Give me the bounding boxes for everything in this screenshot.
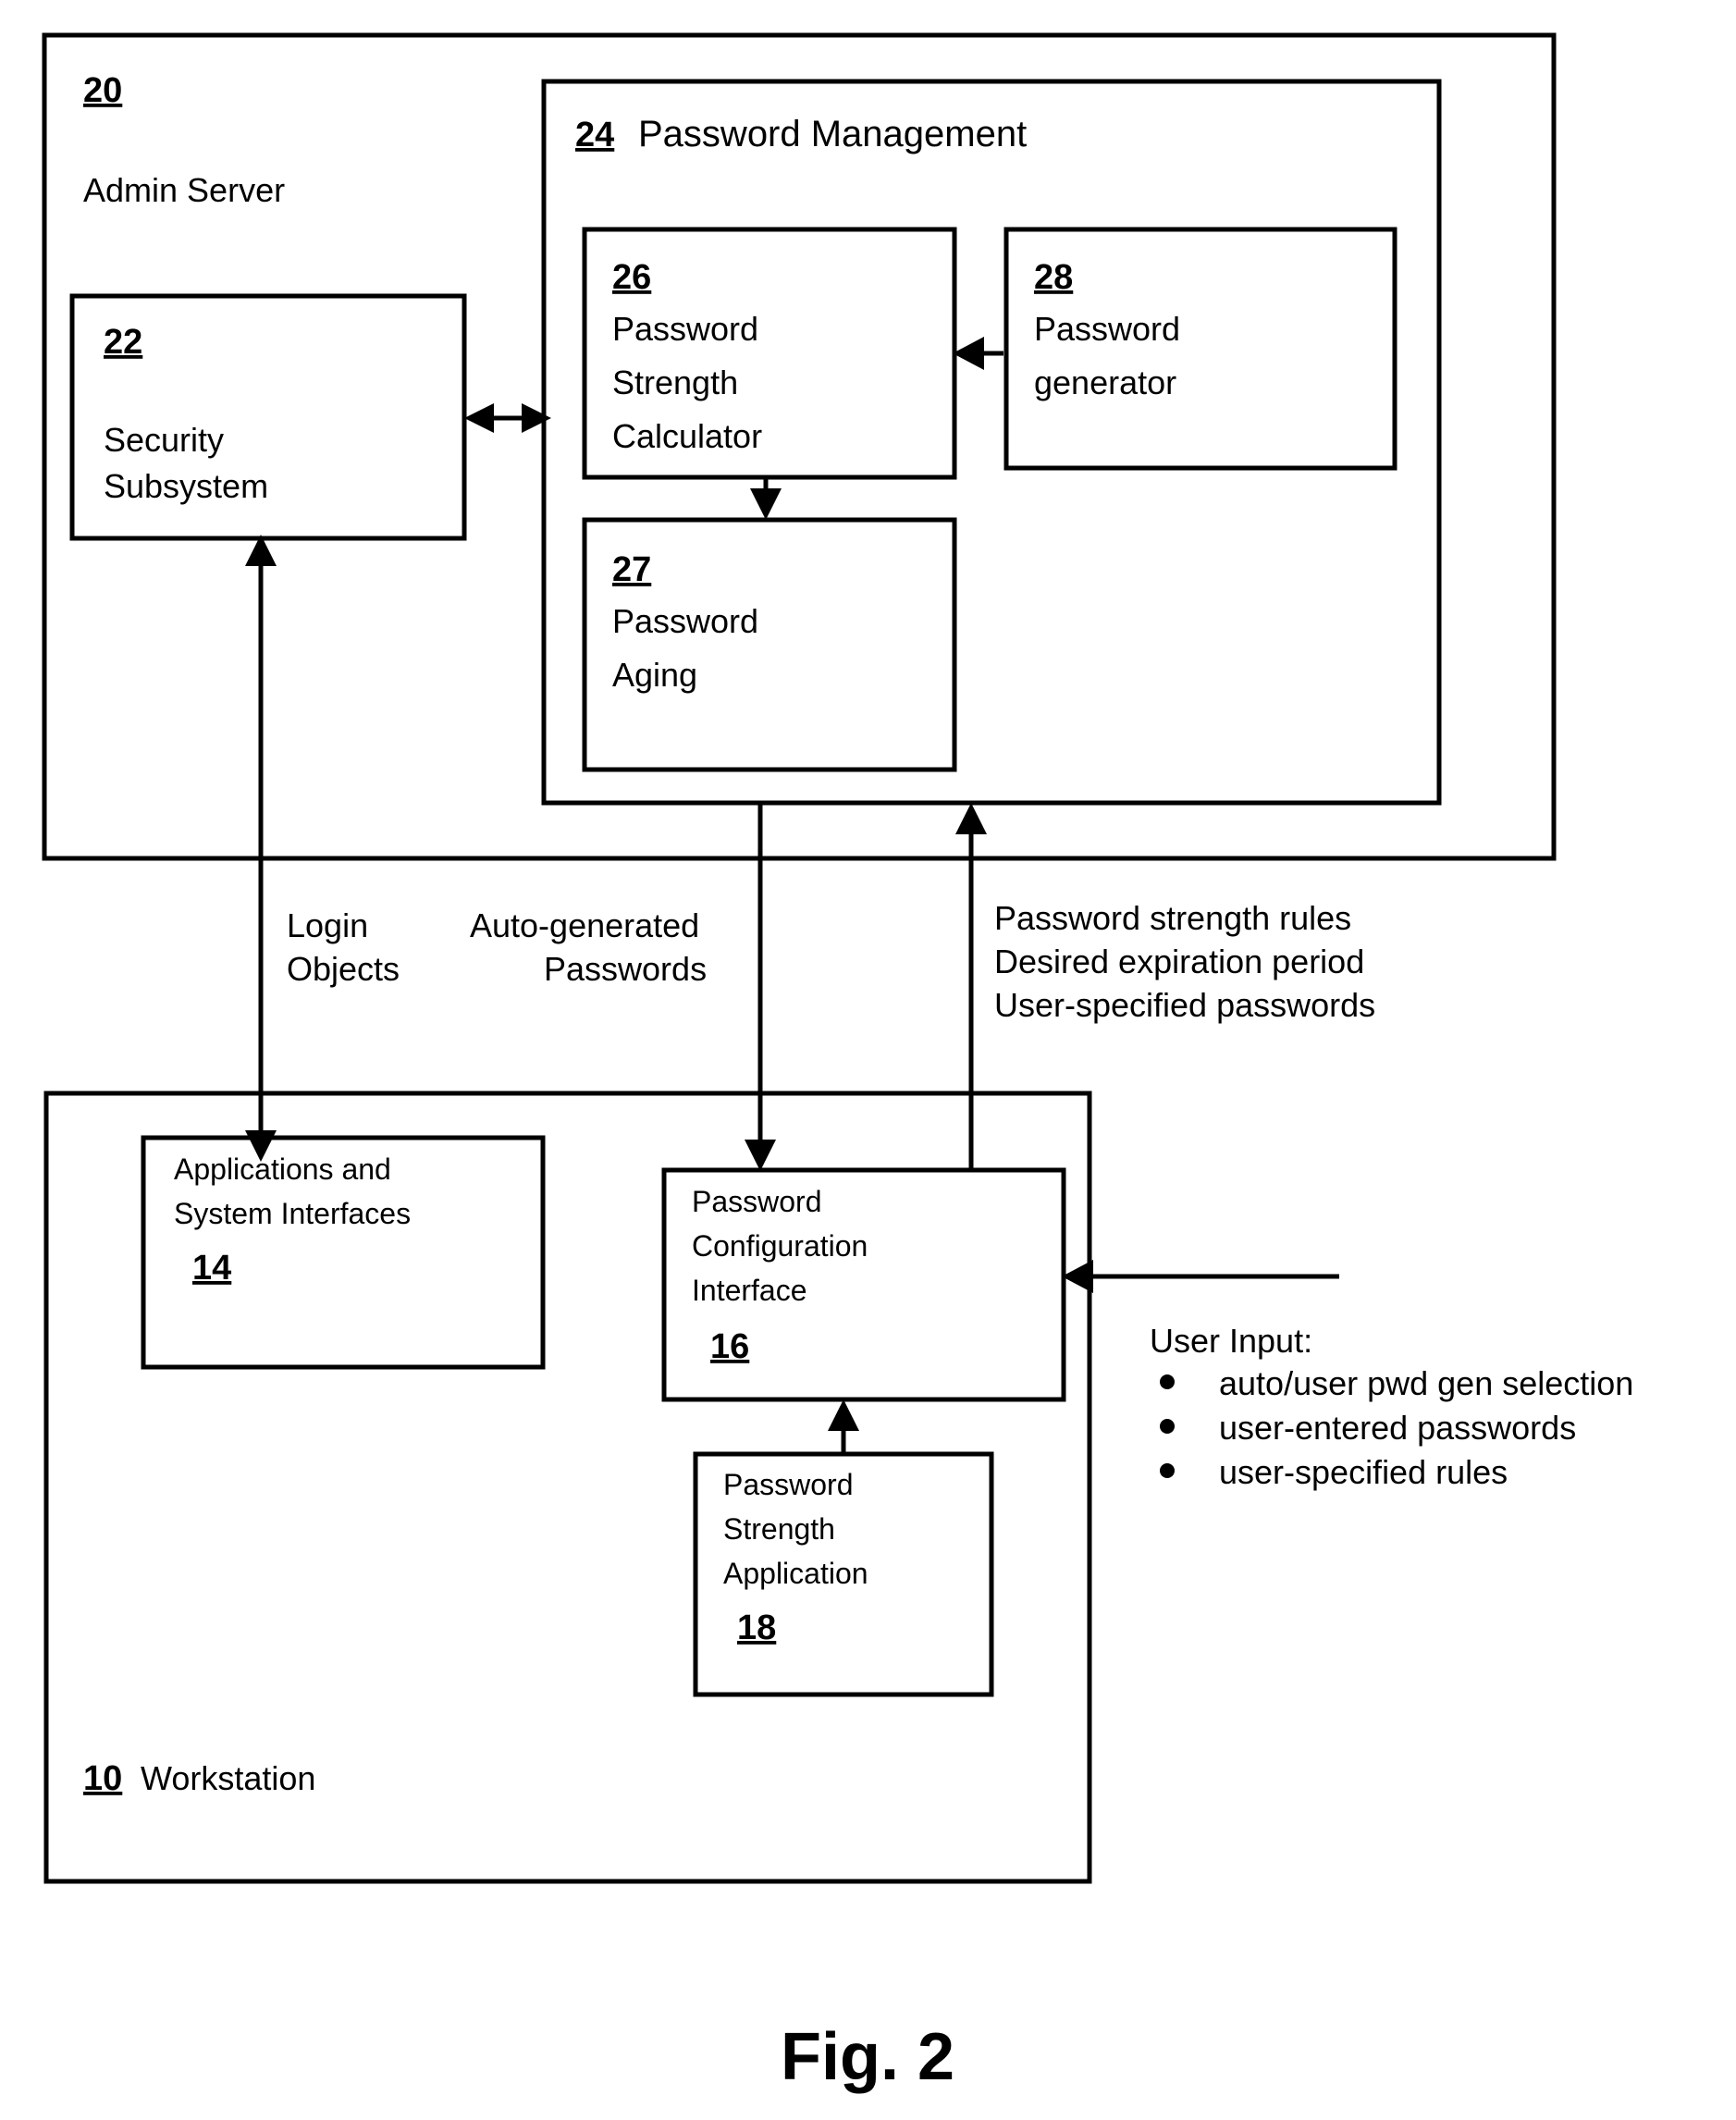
password-aging-line1: Password [612, 602, 758, 640]
password-configuration-interface-ref: 16 [710, 1327, 749, 1366]
security-subsystem-ref: 22 [104, 323, 142, 362]
connector-security-to-calculator [464, 403, 551, 433]
diagram-canvas: 20 Admin Server 22 Security Subsystem 24… [42, 32, 1633, 2094]
password-strength-application-line3: Application [723, 1557, 868, 1590]
password-configuration-interface-line2: Configuration [692, 1229, 868, 1263]
rules-up-line2: Desired expiration period [994, 943, 1364, 980]
bullet-icon-2 [1160, 1463, 1175, 1478]
security-subsystem-line2: Subsystem [104, 467, 268, 505]
admin-server-box [42, 32, 1557, 861]
applications-and-system-interfaces-line1: Applications and [174, 1152, 391, 1186]
connector-generator-to-calculator [953, 337, 1003, 370]
password-strength-calculator-line2: Strength [612, 364, 738, 401]
auto-generated-passwords-line1: Auto-generated [470, 906, 699, 944]
rules-up-line3: User-specified passwords [994, 986, 1375, 1024]
security-subsystem-line1: Security [104, 421, 224, 459]
password-generator-ref: 28 [1034, 258, 1073, 297]
password-strength-calculator-line1: Password [612, 310, 758, 348]
password-management-label: Password Management [638, 114, 1027, 154]
auto-generated-passwords-line2: Passwords [544, 950, 707, 988]
password-aging-line2: Aging [612, 656, 697, 694]
password-aging-ref: 27 [612, 550, 651, 589]
admin-server-label: Admin Server [83, 171, 285, 209]
user-input-heading: User Input: [1150, 1322, 1312, 1360]
connector-login-objects [245, 535, 277, 1162]
user-input-item-2: user-specified rules [1219, 1453, 1508, 1491]
password-configuration-interface-line1: Password [692, 1185, 822, 1218]
bullet-icon-0 [1160, 1374, 1175, 1389]
user-input-item-1: user-entered passwords [1219, 1409, 1576, 1447]
user-input-item-0: auto/user pwd gen selection [1219, 1364, 1633, 1402]
login-objects-line2: Objects [287, 950, 400, 988]
login-objects-line1: Login [287, 906, 368, 944]
password-strength-application-ref: 18 [737, 1608, 776, 1647]
password-strength-application-line2: Strength [723, 1512, 835, 1546]
figure-caption: Fig. 2 [781, 2020, 954, 2094]
connector-strength-app-to-config [828, 1399, 859, 1454]
password-generator-line2: generator [1034, 364, 1176, 401]
patent-figure-2: 20 Admin Server 22 Security Subsystem 24… [0, 0, 1736, 2120]
admin-server-ref: 20 [83, 71, 122, 110]
workstation-ref: 10 [83, 1759, 122, 1798]
password-strength-calculator-line3: Calculator [612, 417, 762, 455]
password-generator-line1: Password [1034, 310, 1180, 348]
applications-and-system-interfaces-line2: System Interfaces [174, 1197, 411, 1230]
password-configuration-interface-line3: Interface [692, 1274, 807, 1307]
rules-up-line1: Password strength rules [994, 899, 1351, 937]
workstation-label: Workstation [141, 1759, 315, 1797]
applications-and-system-interfaces-ref: 14 [192, 1249, 231, 1288]
connector-user-input-to-config [1062, 1260, 1339, 1293]
password-strength-application-line1: Password [723, 1468, 854, 1501]
password-management-ref: 24 [575, 116, 614, 154]
connector-calculator-to-aging [750, 479, 782, 520]
password-strength-calculator-ref: 26 [612, 258, 651, 297]
bullet-icon-1 [1160, 1419, 1175, 1434]
